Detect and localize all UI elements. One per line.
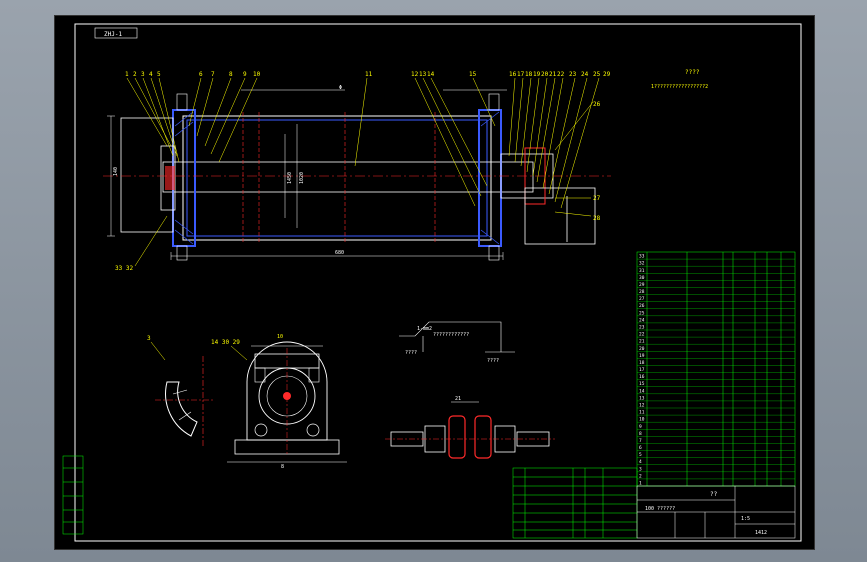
bom-row-number: 13 — [639, 395, 645, 401]
title-sheet: 1412 — [755, 530, 767, 536]
bom-row-number: 21 — [639, 339, 645, 345]
dim-bearing-w: 140 — [113, 167, 119, 176]
bom-row-number: 29 — [639, 282, 645, 288]
part-24: 24 — [581, 71, 589, 78]
part-20: 20 — [541, 71, 549, 78]
bom-row-number: 20 — [639, 346, 645, 352]
bom-row-number: 24 — [639, 317, 645, 323]
sheet-border — [74, 23, 802, 542]
part-14: 14 — [427, 71, 435, 78]
part-26: 26 — [593, 101, 601, 108]
part-21: 21 — [549, 71, 557, 78]
bom-row-number: 5 — [639, 452, 642, 458]
part-3: 3 — [141, 71, 145, 78]
bom-row-number: 18 — [639, 360, 645, 366]
notes-title: ???? — [685, 69, 700, 76]
detail-label-c: 10 — [277, 334, 283, 340]
bom-row-number: 16 — [639, 374, 645, 380]
part-28: 28 — [593, 215, 601, 222]
bom-row-number: 10 — [639, 417, 645, 423]
part-12: 12 — [411, 71, 419, 78]
bom-row-number: 33 — [639, 254, 645, 260]
title-drawing-no: 100 ?????? — [645, 506, 675, 512]
cad-viewport[interactable]: ZHJ-1 680 1450 1020 140 Φ 1 2 3 4 5 6 7 … — [54, 15, 815, 550]
bom-row-number: 15 — [639, 381, 645, 387]
detail-bearing-housing: 14 30 29 10 8 — [211, 334, 347, 470]
part-10: 10 — [253, 71, 261, 78]
bom-row-number: 27 — [639, 296, 645, 302]
bom-row-number: 22 — [639, 332, 645, 338]
bom-row-number: 17 — [639, 367, 645, 373]
bom-row-number: 9 — [639, 424, 642, 430]
bom-row-number: 2 — [639, 473, 642, 479]
detail-sections: 21 — [385, 396, 555, 459]
part-22: 22 — [557, 71, 565, 78]
bom-row-number: 11 — [639, 410, 645, 416]
bom-row-number: 4 — [639, 459, 642, 465]
bom-row-number: 14 — [639, 388, 645, 394]
bom-row-number: 1 — [639, 481, 642, 487]
title-name: ?? — [710, 491, 718, 498]
part-18: 18 — [525, 71, 533, 78]
title-scale: 1:5 — [741, 516, 750, 522]
bom-row-number: 25 — [639, 310, 645, 316]
bom-row-number: 3 — [639, 466, 642, 472]
dim-height-a: 1450 — [287, 172, 293, 184]
part-27: 27 — [593, 195, 601, 202]
dim-length: 680 — [335, 250, 344, 256]
cad-drawing: ZHJ-1 680 1450 1020 140 Φ 1 2 3 4 5 6 7 … — [62, 23, 802, 542]
weld-annotation: 1-mm2 ???????????? ???? ???? — [399, 321, 515, 364]
detail-arc-shoe: 3 — [147, 335, 215, 446]
detail-label-d: 8 — [281, 464, 284, 470]
roller-shell — [182, 115, 492, 241]
bom-table — [636, 251, 796, 487]
notes-line: 1?????????????????2 — [651, 84, 708, 90]
part-13: 13 — [419, 71, 427, 78]
part-29: 29 — [603, 71, 611, 78]
part-11: 11 — [365, 71, 373, 78]
part-5: 5 — [157, 71, 161, 78]
bom-row-number: 28 — [639, 289, 645, 295]
part-25: 25 — [593, 71, 601, 78]
part-16: 16 — [509, 71, 517, 78]
title-tag: ZHJ-1 — [104, 31, 122, 38]
part-23: 23 — [569, 71, 577, 78]
bom-row-number: 26 — [639, 303, 645, 309]
detail-label-a: 3 — [147, 335, 151, 342]
bom-row-number: 30 — [639, 275, 645, 281]
detail-label-b: 14 30 29 — [211, 339, 240, 346]
roller-main-view: 680 1450 1020 140 Φ 1 2 3 4 5 6 7 8 9 10… — [103, 71, 611, 272]
bom-row-number: 7 — [639, 438, 642, 444]
bom-row-number: 32 — [639, 261, 645, 267]
weld-label-3: ???? — [405, 350, 417, 356]
bom-row-number: 6 — [639, 445, 642, 451]
lower-parts-table — [512, 467, 638, 539]
part-17: 17 — [517, 71, 525, 78]
detail-label-e: 21 — [455, 396, 461, 402]
part-1: 1 — [125, 71, 129, 78]
part-6: 6 — [199, 71, 203, 78]
dim-height-b: 1020 — [299, 172, 305, 184]
part-9: 9 — [243, 71, 247, 78]
revision-strip — [62, 455, 84, 535]
part-19: 19 — [533, 71, 541, 78]
bom-row-number: 12 — [639, 403, 645, 409]
weld-label-2: ???????????? — [433, 332, 469, 338]
bom-row-number: 23 — [639, 325, 645, 331]
roller-shaft — [162, 161, 534, 193]
bom-rows: 3332313029282726252423222120191817161514… — [637, 254, 795, 487]
bom-row-number: 31 — [639, 268, 645, 274]
part-15: 15 — [469, 71, 477, 78]
weld-label-1: 1-mm2 — [417, 326, 432, 332]
part-7: 7 — [211, 71, 215, 78]
part-33-32: 33 32 — [115, 265, 133, 272]
part-4: 4 — [149, 71, 153, 78]
weld-label-4: ???? — [487, 358, 499, 364]
top-mark: Φ — [339, 85, 342, 91]
part-2: 2 — [133, 71, 137, 78]
part-8: 8 — [229, 71, 233, 78]
bom-row-number: 19 — [639, 353, 645, 359]
bom-row-number: 8 — [639, 431, 642, 437]
